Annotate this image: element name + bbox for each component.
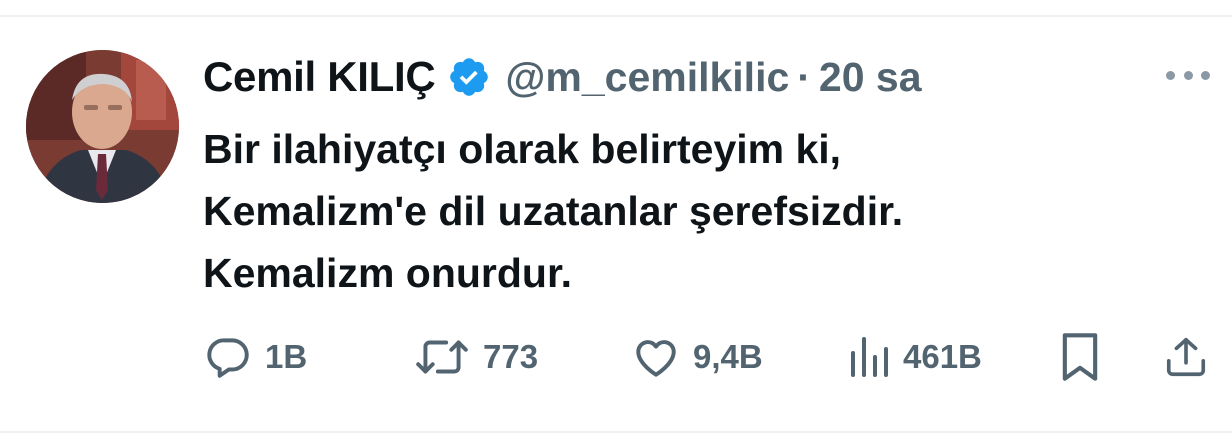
separator-dot: · xyxy=(797,53,811,100)
avatar-photo xyxy=(26,50,179,203)
share-button[interactable] xyxy=(1163,326,1209,388)
bookmark-icon xyxy=(1062,333,1098,381)
tweet-line: Bir ilahiyatçı olarak belirteyim ki, xyxy=(203,126,842,172)
more-dot xyxy=(1166,70,1175,80)
retweet-icon xyxy=(416,340,468,374)
timestamp[interactable]: 20 sa xyxy=(819,54,922,101)
reply-button[interactable]: 1B xyxy=(203,326,307,388)
like-icon xyxy=(636,340,676,377)
tweet-text: Bir ilahiyatçı olarak belirteyim ki, Kem… xyxy=(203,118,1183,304)
views-icon xyxy=(851,337,888,377)
views-count: 461B xyxy=(903,338,982,375)
more-icon[interactable] xyxy=(1166,60,1210,90)
tweet-header: Cemil KILIÇ @m_cemilkilic · 20 sa xyxy=(203,52,922,102)
reply-count: 1B xyxy=(265,338,308,375)
avatar[interactable] xyxy=(26,50,179,203)
verified-badge-icon xyxy=(450,58,489,96)
retweet-button[interactable]: 773 xyxy=(413,326,538,388)
retweet-count: 773 xyxy=(483,338,539,375)
reply-icon xyxy=(207,338,249,378)
tweet-line: Kemalizm'e dil uzatanlar şerefsizdir. xyxy=(203,188,904,234)
action-bar: 1B 773 9,4B 461B xyxy=(203,326,1213,388)
like-button[interactable]: 9,4B xyxy=(631,326,763,388)
bookmark-button[interactable] xyxy=(1058,326,1102,388)
like-count: 9,4B xyxy=(693,338,763,375)
top-divider xyxy=(0,15,1232,17)
author-name[interactable]: Cemil KILIÇ xyxy=(203,53,436,101)
share-icon xyxy=(1166,337,1206,377)
bottom-divider xyxy=(0,431,1232,433)
more-dot xyxy=(1201,70,1210,80)
tweet-line: Kemalizm onurdur. xyxy=(203,250,573,296)
more-dot xyxy=(1183,70,1193,80)
author-handle[interactable]: @m_cemilkilic xyxy=(505,54,789,101)
views-button[interactable]: 461B xyxy=(847,326,982,388)
